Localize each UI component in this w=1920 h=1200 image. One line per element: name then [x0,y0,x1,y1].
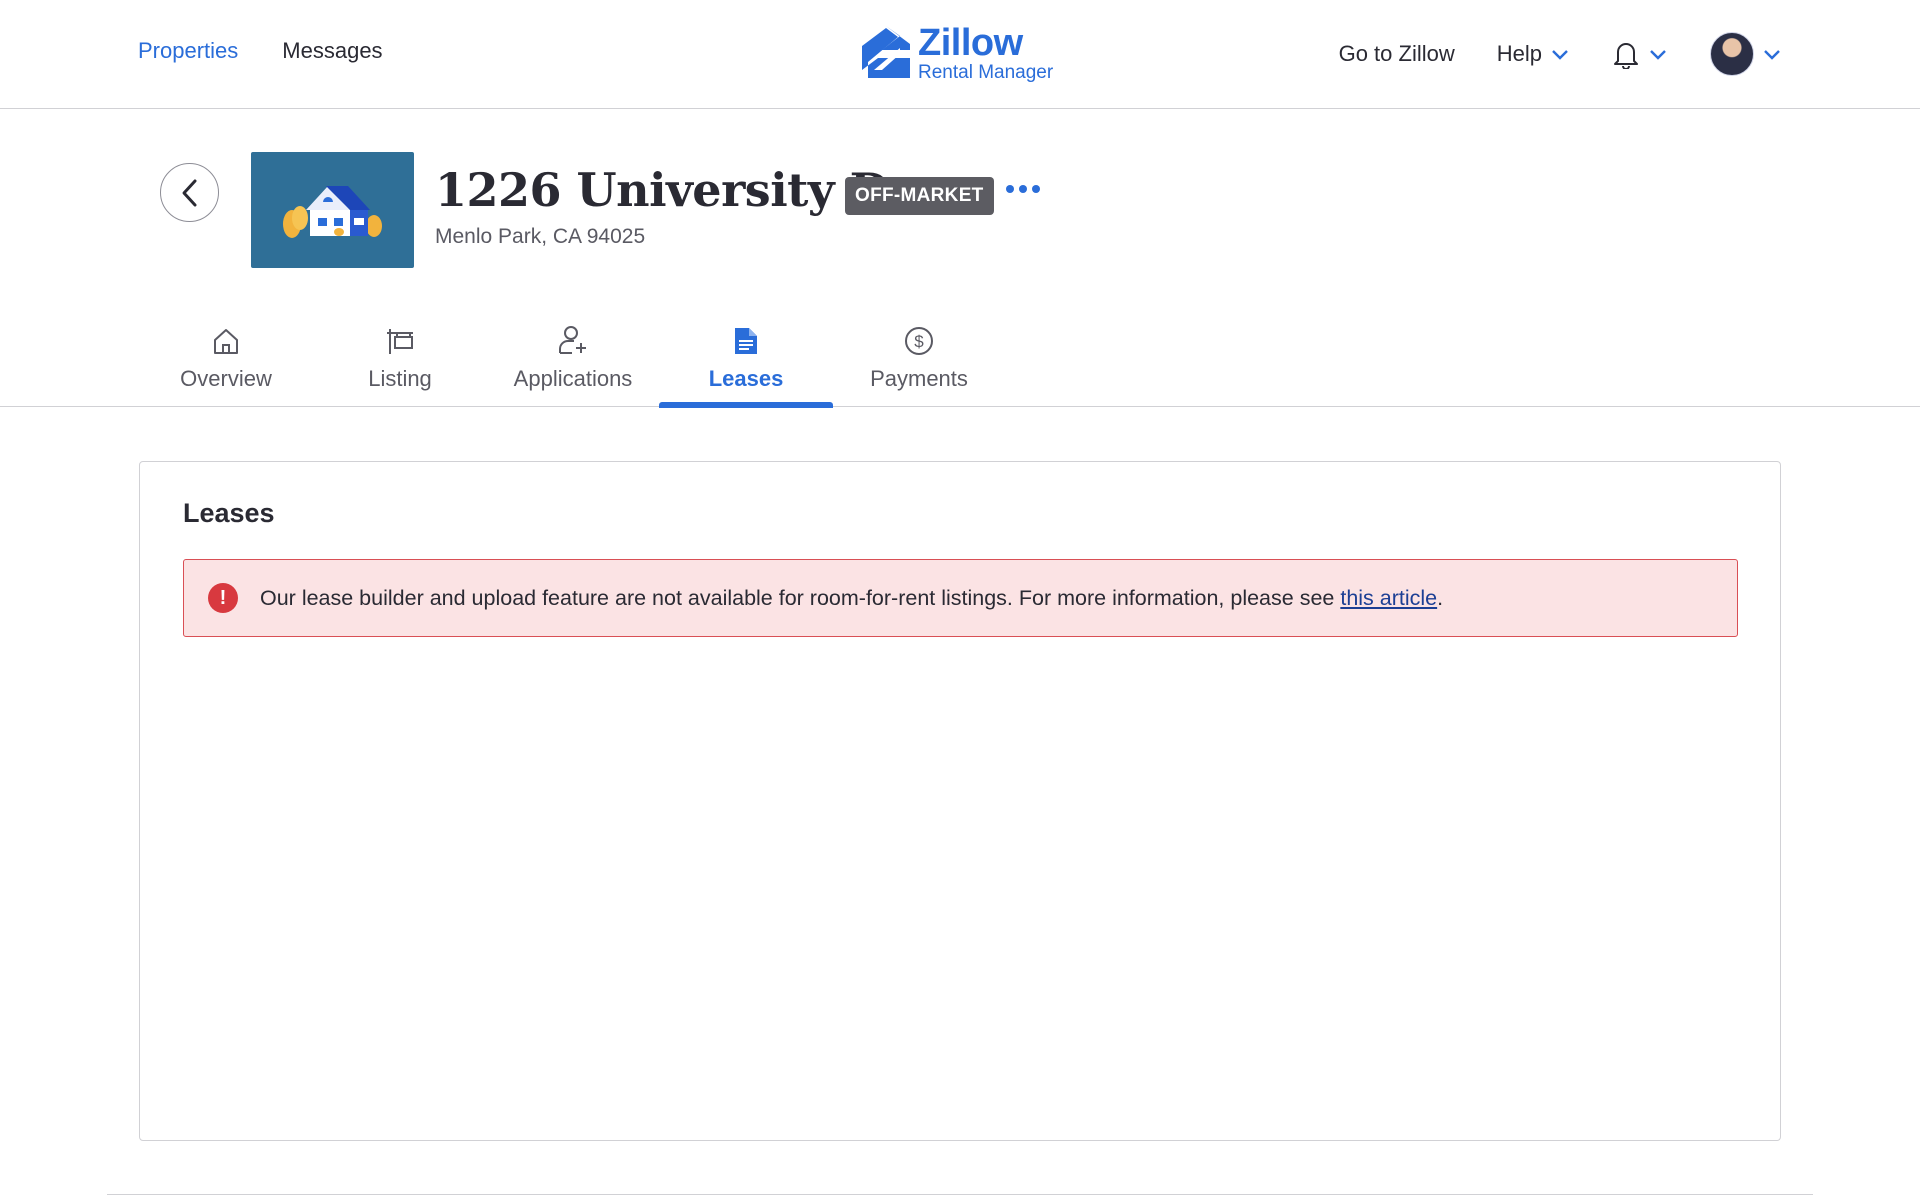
tab-payments[interactable]: $ Payments [832,306,1006,407]
primary-nav: Properties Messages [138,38,383,64]
go-to-zillow-link[interactable]: Go to Zillow [1339,41,1455,67]
house-illustration-icon [282,186,382,238]
more-dot-icon [1006,185,1014,193]
chevron-down-icon [1764,50,1780,60]
card-title: Leases [183,498,275,528]
tab-listing[interactable]: Listing [313,306,487,407]
tab-label: Payments [870,366,968,391]
tab-applications[interactable]: Applications [486,306,660,407]
status-badge: OFF-MARKET [845,177,994,215]
more-dot-icon [1032,185,1040,193]
top-navigation-bar: Properties Messages Zillow Rental Manage… [0,0,1920,109]
alert-suffix: . [1437,585,1444,610]
avatar [1710,32,1754,76]
chevron-down-icon [1552,50,1568,60]
property-title: 1226 University Dr [435,163,913,217]
svg-text:$: $ [914,332,924,351]
add-user-icon [559,326,586,354]
account-menu[interactable] [1710,32,1782,76]
property-address: Menlo Park, CA 94025 [435,225,646,248]
leases-card: Leases ! Our lease builder and upload fe… [139,461,1781,1141]
logo-brand: Zillow [918,22,1023,64]
tab-label: Listing [368,366,432,391]
tab-label: Overview [180,366,272,391]
logo-product: Rental Manager [918,62,1054,83]
bell-icon [1614,43,1638,69]
error-alert: ! Our lease builder and upload feature a… [183,559,1738,637]
tab-overview[interactable]: Overview [139,306,313,407]
back-button[interactable] [160,163,219,222]
nav-messages[interactable]: Messages [282,38,382,64]
chevron-down-icon [1650,50,1666,60]
zillow-logo-icon [862,26,910,78]
help-label: Help [1496,41,1542,66]
footer-divider [107,1194,1813,1195]
more-options-button[interactable] [1006,185,1040,193]
notifications-menu[interactable] [1612,39,1668,69]
dollar-icon: $ [905,327,933,355]
exclamation-icon: ! [208,583,238,613]
sign-icon [387,329,413,354]
this-article-link[interactable]: this article [1340,586,1437,610]
zillow-rental-manager-logo[interactable]: Zillow Rental Manager [860,24,1053,82]
tab-label: Applications [513,366,633,391]
utility-nav: Go to Zillow Help [1339,32,1782,76]
more-dot-icon [1019,185,1027,193]
alert-message: Our lease builder and upload feature are… [260,586,1443,611]
alert-text: Our lease builder and upload feature are… [260,585,1341,610]
tab-label: Leases [708,366,784,391]
chevron-left-icon [182,179,196,206]
home-icon [214,329,238,354]
property-tabs: Overview Listing Applications Leases $ P… [0,306,1920,408]
help-menu[interactable]: Help [1497,41,1570,67]
nav-properties[interactable]: Properties [138,38,238,64]
document-icon [735,328,757,354]
tab-leases[interactable]: Leases [659,306,833,408]
property-thumbnail [251,152,414,268]
